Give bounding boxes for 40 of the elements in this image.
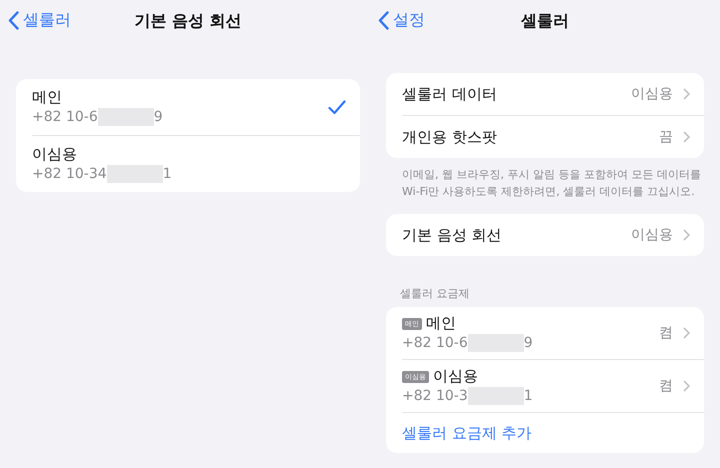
settings-row[interactable]: 셀룰러 데이터 이심용 — [402, 73, 704, 116]
nav-title: 셀룰러 — [521, 10, 569, 32]
phone-number-start: +82 10-6 — [32, 109, 98, 125]
line-name: 이심용 — [32, 145, 78, 164]
chevron-right-icon — [683, 380, 690, 392]
chevron-right-icon — [683, 327, 690, 339]
phone-number-end: 9 — [154, 109, 163, 125]
phone-number-start: +82 10-3 — [402, 388, 468, 404]
row-value: 끔 — [659, 128, 673, 146]
phone-number-start: +82 10-6 — [402, 335, 468, 351]
footer-note: 이메일, 웹 브라우징, 푸시 알림 등을 포함하여 모든 데이터를 Wi-Fi만 사용하도록 제한하려면, 셀룰러 데이터를 끄십시오. — [402, 167, 702, 200]
row-value: 이심용 — [631, 226, 673, 244]
line-option[interactable]: 이심용 +82 10-34 1 — [32, 136, 360, 192]
nav-title: 기본 음성 회선 — [134, 10, 242, 32]
row-value: 켬 — [659, 324, 673, 342]
back-button[interactable]: 셀룰러 — [8, 10, 71, 31]
row-label: 개인용 핫스팟 — [402, 128, 498, 146]
add-plan-link[interactable]: 셀룰러 요금제 추가 — [402, 424, 532, 442]
line-option[interactable]: 메인 +82 10-6 9 — [32, 79, 360, 136]
phone-number-end: 9 — [524, 335, 533, 351]
chevron-right-icon — [683, 88, 690, 100]
row-label: 기본 음성 회선 — [402, 226, 503, 244]
back-chevron-icon — [378, 11, 389, 30]
plan-name: 이심용 — [433, 367, 479, 386]
row-value: 켬 — [659, 377, 673, 395]
phone-number-end: 1 — [162, 166, 172, 182]
back-button[interactable]: 설정 — [378, 10, 425, 31]
row-label: 셀룰러 데이터 — [402, 84, 498, 104]
section-header: 셀룰러 요금제 — [400, 286, 470, 301]
settings-row[interactable]: 기본 음성 회선 이심용 — [402, 214, 704, 256]
phone-number-end: 1 — [524, 388, 533, 404]
chevron-right-icon — [683, 229, 690, 241]
back-chevron-icon — [8, 11, 19, 30]
chevron-right-icon — [683, 131, 690, 143]
plan-name: 메인 — [426, 314, 457, 333]
settings-row[interactable]: 개인용 핫스팟 끔 — [402, 116, 704, 158]
row-value: 이심용 — [631, 85, 673, 103]
line-name: 메인 — [32, 88, 63, 107]
checkmark-icon — [328, 100, 346, 114]
phone-number-start: +82 10-34 — [32, 166, 107, 182]
